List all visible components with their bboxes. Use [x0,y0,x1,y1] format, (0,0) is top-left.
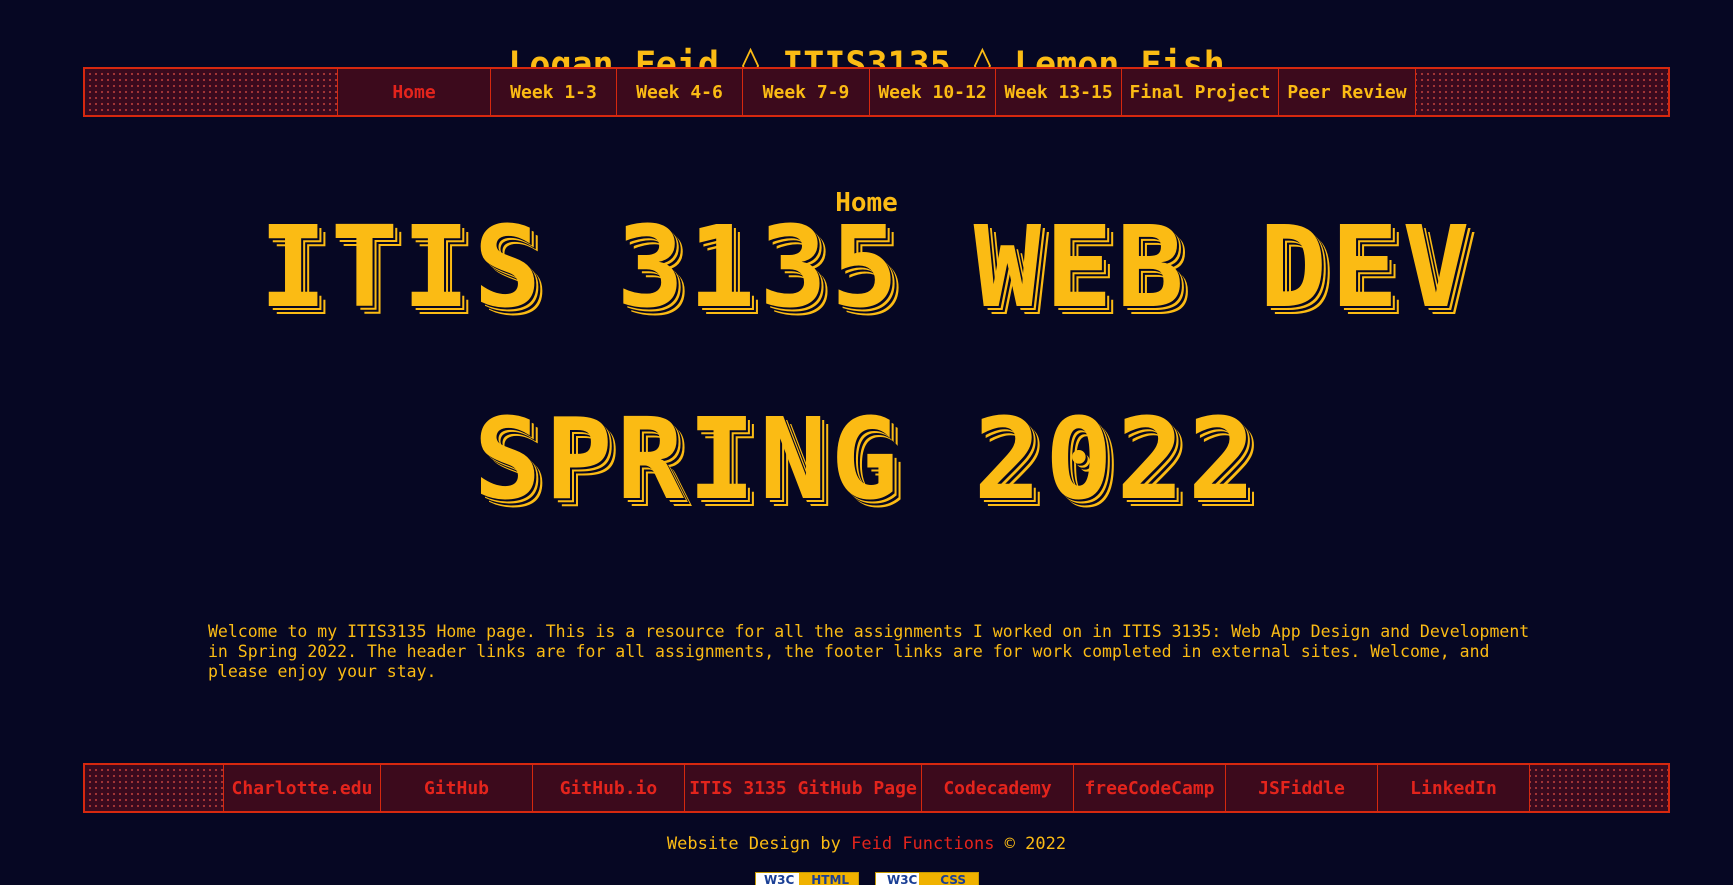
nav-item-peer-review[interactable]: Peer Review [1279,69,1416,115]
footer-brand-link[interactable]: Feid Functions [851,834,994,854]
footer-link-linkedin[interactable]: LinkedIn [1378,765,1530,811]
footer-credit-suffix: © 2022 [994,834,1067,854]
welcome-paragraph: Welcome to my ITIS3135 Home page. This i… [208,622,1530,681]
nav-item-week-1-3[interactable]: Week 1-3 [491,69,617,115]
nav-item-home[interactable]: Home [337,69,491,115]
footer-link-github[interactable]: GitHub [381,765,533,811]
footer-nav: Charlotte.edu GitHub GitHub.io ITIS 3135… [83,763,1670,813]
badge-css-right: CSS [940,873,967,885]
nav-item-week-7-9[interactable]: Week 7-9 [743,69,870,115]
footer-credit-prefix: Website Design by [666,834,852,854]
footer-credit: Website Design by Feid Functions © 2022 [0,833,1733,855]
w3c-css-badge[interactable]: W3C CSS [874,872,979,885]
nav-item-week-13-15[interactable]: Week 13-15 [996,69,1122,115]
nav-item-final-project[interactable]: Final Project [1122,69,1279,115]
nav-item-week-10-12[interactable]: Week 10-12 [870,69,996,115]
footer-link-github-io[interactable]: GitHub.io [533,765,685,811]
hero-title-line-1: ITIS 3135 WEB DEV [259,203,1474,333]
badge-css-left: W3C [886,873,918,885]
footer-link-codecademy[interactable]: Codecademy [922,765,1074,811]
footer-link-freecodecamp[interactable]: freeCodeCamp [1074,765,1226,811]
footer-link-jsfiddle[interactable]: JSFiddle [1226,765,1378,811]
footer-link-charlotte-edu[interactable]: Charlotte.edu [223,765,381,811]
hero-title-line-2: SPRING 2022 [473,395,1260,525]
badge-html-left: W3C [763,873,795,885]
w3c-html-badge[interactable]: W3C HTML [754,872,859,885]
validator-badges: W3C HTML W3C CSS [0,872,1733,885]
badge-html-right: HTML [811,873,850,885]
footer-link-itis-3135-github-page[interactable]: ITIS 3135 GitHub Page [685,765,922,811]
nav-item-week-4-6[interactable]: Week 4-6 [617,69,743,115]
header-nav: Home Week 1-3 Week 4-6 Week 7-9 Week 10-… [83,67,1670,117]
